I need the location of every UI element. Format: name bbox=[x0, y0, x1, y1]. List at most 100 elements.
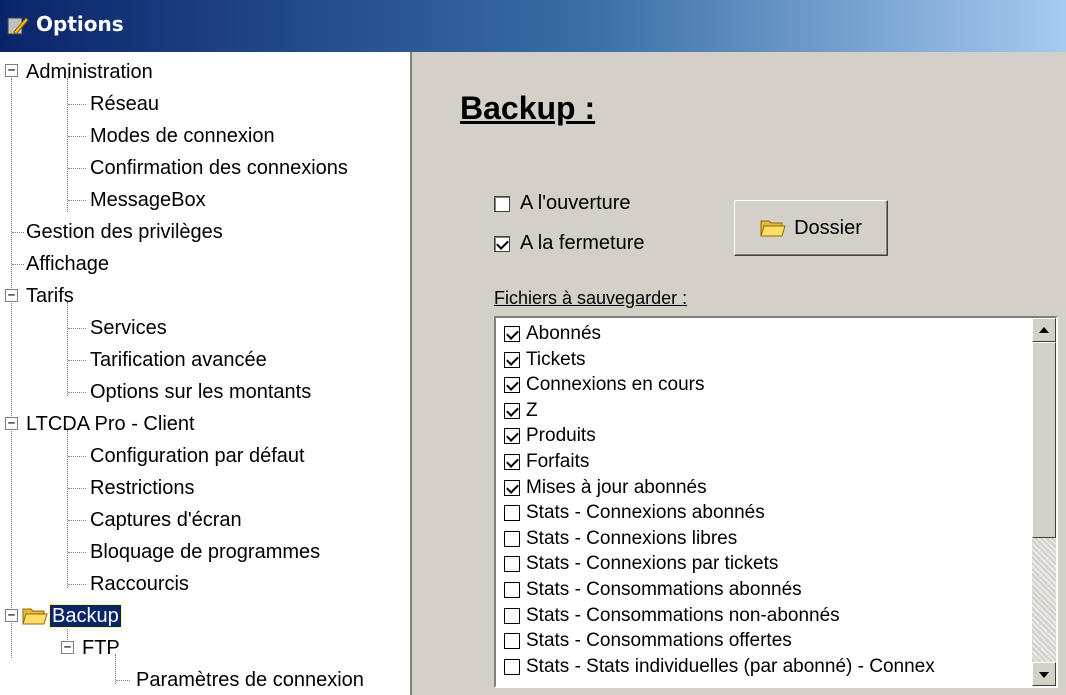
checkbox-box[interactable] bbox=[504, 530, 520, 547]
tree-label: Tarifs bbox=[26, 285, 74, 307]
tree-line bbox=[68, 584, 86, 585]
tree-item-options-montants[interactable]: Options sur les montants bbox=[88, 376, 313, 408]
tree-line bbox=[68, 360, 86, 361]
tree-item-restrictions[interactable]: Restrictions bbox=[88, 472, 196, 504]
file-checkbox-item[interactable]: Stats - Stats individuelles (par abonné)… bbox=[504, 655, 935, 679]
options-tree[interactable]: − Administration Réseau Modes de connexi… bbox=[0, 52, 412, 695]
tree-line bbox=[68, 392, 86, 393]
tree-label: Administration bbox=[26, 61, 153, 83]
file-label: Stats - Consommations offertes bbox=[526, 630, 792, 652]
checkbox-box[interactable] bbox=[504, 658, 520, 675]
file-checkbox-item[interactable]: Tickets bbox=[504, 348, 585, 372]
file-checkbox-item[interactable]: Stats - Consommations offertes bbox=[504, 629, 792, 653]
file-checkbox-item[interactable]: Stats - Connexions par tickets bbox=[504, 552, 778, 576]
tree-label: Options sur les montants bbox=[90, 381, 312, 403]
tree-label: Modes de connexion bbox=[90, 125, 275, 147]
tree-item-captures-ecran[interactable]: Captures d'écran bbox=[88, 504, 244, 536]
checkbox-box[interactable] bbox=[504, 582, 520, 598]
tree-line bbox=[68, 488, 86, 489]
collapse-toggle[interactable]: − bbox=[61, 641, 74, 654]
tree-label: Paramètres de connexion bbox=[136, 669, 364, 691]
collapse-toggle[interactable]: − bbox=[5, 417, 18, 430]
tree-line bbox=[67, 302, 68, 396]
tree-item-configuration-defaut[interactable]: Configuration par défaut bbox=[88, 440, 307, 472]
tree-item-parametres-connexion[interactable]: Paramètres de connexion bbox=[134, 664, 366, 695]
file-checkbox-item[interactable]: Z bbox=[504, 399, 538, 423]
tree-item-bloquage-programmes[interactable]: Bloquage de programmes bbox=[88, 536, 322, 568]
file-checkbox-item[interactable]: Stats - Consommations non-abonnés bbox=[504, 604, 840, 628]
tree-item-raccourcis[interactable]: Raccourcis bbox=[88, 568, 191, 600]
arrow-down-icon bbox=[1039, 672, 1049, 678]
checkbox-box[interactable] bbox=[494, 195, 510, 212]
options-app-icon bbox=[7, 17, 29, 35]
tree-label: FTP bbox=[82, 637, 120, 659]
checkbox-box[interactable] bbox=[504, 505, 520, 522]
tree-line bbox=[68, 200, 86, 201]
checkbox-box[interactable] bbox=[504, 402, 520, 419]
on-open-checkbox[interactable]: A l'ouverture bbox=[494, 192, 631, 215]
checkbox-box[interactable] bbox=[494, 235, 510, 252]
on-close-checkbox[interactable]: A la fermeture bbox=[494, 232, 645, 255]
tree-item-affichage[interactable]: Affichage bbox=[24, 248, 111, 280]
file-checkbox-item[interactable]: Stats - Consommations abonnés bbox=[504, 578, 802, 602]
file-label: Stats - Stats individuelles (par abonné)… bbox=[526, 655, 935, 677]
checkbox-box[interactable] bbox=[504, 633, 520, 650]
tree-item-administration[interactable]: Administration bbox=[24, 56, 155, 88]
file-label: Stats - Consommations abonnés bbox=[526, 579, 802, 600]
checkbox-box[interactable] bbox=[504, 454, 520, 470]
tree-line bbox=[67, 78, 68, 212]
collapse-toggle[interactable]: − bbox=[5, 289, 18, 302]
tree-item-messagebox[interactable]: MessageBox bbox=[88, 184, 208, 216]
file-checkbox-item[interactable]: Forfaits bbox=[504, 450, 589, 474]
tree-item-tarifs[interactable]: Tarifs bbox=[24, 280, 76, 312]
tree-label: Gestion des privilèges bbox=[26, 221, 223, 243]
tree-item-services[interactable]: Services bbox=[88, 312, 169, 344]
checkbox-box[interactable] bbox=[504, 351, 520, 368]
files-checklist[interactable]: Abonnés Tickets Connexions en cours Z Produi… bbox=[494, 316, 1058, 688]
tree-label: Affichage bbox=[26, 253, 110, 275]
file-checkbox-item[interactable]: Stats - Connexions abonnés bbox=[504, 501, 765, 525]
tree-item-modes-connexion[interactable]: Modes de connexion bbox=[88, 120, 277, 152]
file-checkbox-item[interactable]: Stats - Connexions libres bbox=[504, 527, 737, 551]
backup-settings-panel: Backup : A l'ouverture A la fermeture Do… bbox=[412, 52, 1066, 695]
tree-line bbox=[68, 136, 86, 137]
checkbox-box[interactable] bbox=[504, 326, 520, 342]
tree-item-reseau[interactable]: Réseau bbox=[88, 88, 161, 120]
tree-line bbox=[116, 680, 130, 681]
collapse-toggle[interactable]: − bbox=[5, 609, 18, 622]
file-checkbox-item[interactable]: Abonnés bbox=[504, 322, 601, 346]
tree-item-backup[interactable]: Backup bbox=[49, 600, 122, 632]
title-bar[interactable]: Options bbox=[0, 0, 1066, 52]
file-checkbox-item[interactable]: Produits bbox=[504, 424, 596, 448]
tree-item-gestion-privileges[interactable]: Gestion des privilèges bbox=[24, 216, 225, 248]
tree-label: Raccourcis bbox=[90, 573, 189, 595]
file-label: Stats - Connexions abonnés bbox=[526, 502, 765, 524]
tree-line bbox=[11, 78, 12, 658]
open-folder-icon bbox=[22, 608, 48, 625]
tree-item-ltcda-client[interactable]: LTCDA Pro - Client bbox=[24, 408, 197, 440]
tree-item-ftp[interactable]: FTP bbox=[80, 632, 122, 664]
checkbox-box[interactable] bbox=[504, 556, 520, 573]
tree-label: MessageBox bbox=[90, 189, 206, 211]
scrollbar-thumb[interactable] bbox=[1032, 342, 1056, 538]
file-label: Stats - Consommations non-abonnés bbox=[526, 604, 840, 626]
checkbox-box[interactable] bbox=[504, 479, 520, 496]
checkbox-box[interactable] bbox=[504, 428, 520, 445]
scroll-up-button[interactable] bbox=[1032, 318, 1056, 342]
open-folder-icon bbox=[760, 220, 786, 237]
checkbox-box[interactable] bbox=[504, 377, 520, 394]
folder-button[interactable]: Dossier bbox=[734, 200, 888, 256]
checkbox-box[interactable] bbox=[504, 607, 520, 624]
tree-line bbox=[67, 430, 68, 588]
tree-item-tarification-avancee[interactable]: Tarification avancée bbox=[88, 344, 269, 376]
tree-line bbox=[12, 264, 24, 265]
vertical-scrollbar[interactable] bbox=[1032, 318, 1056, 686]
checkbox-label: A la fermeture bbox=[520, 232, 645, 254]
tree-line bbox=[68, 104, 86, 105]
tree-label: Captures d'écran bbox=[90, 509, 242, 531]
collapse-toggle[interactable]: − bbox=[5, 64, 18, 77]
tree-item-confirmation-connexions[interactable]: Confirmation des connexions bbox=[88, 152, 350, 184]
file-checkbox-item[interactable]: Mises à jour abonnés bbox=[504, 476, 707, 500]
scroll-down-button[interactable] bbox=[1032, 662, 1056, 686]
file-checkbox-item[interactable]: Connexions en cours bbox=[504, 373, 705, 397]
